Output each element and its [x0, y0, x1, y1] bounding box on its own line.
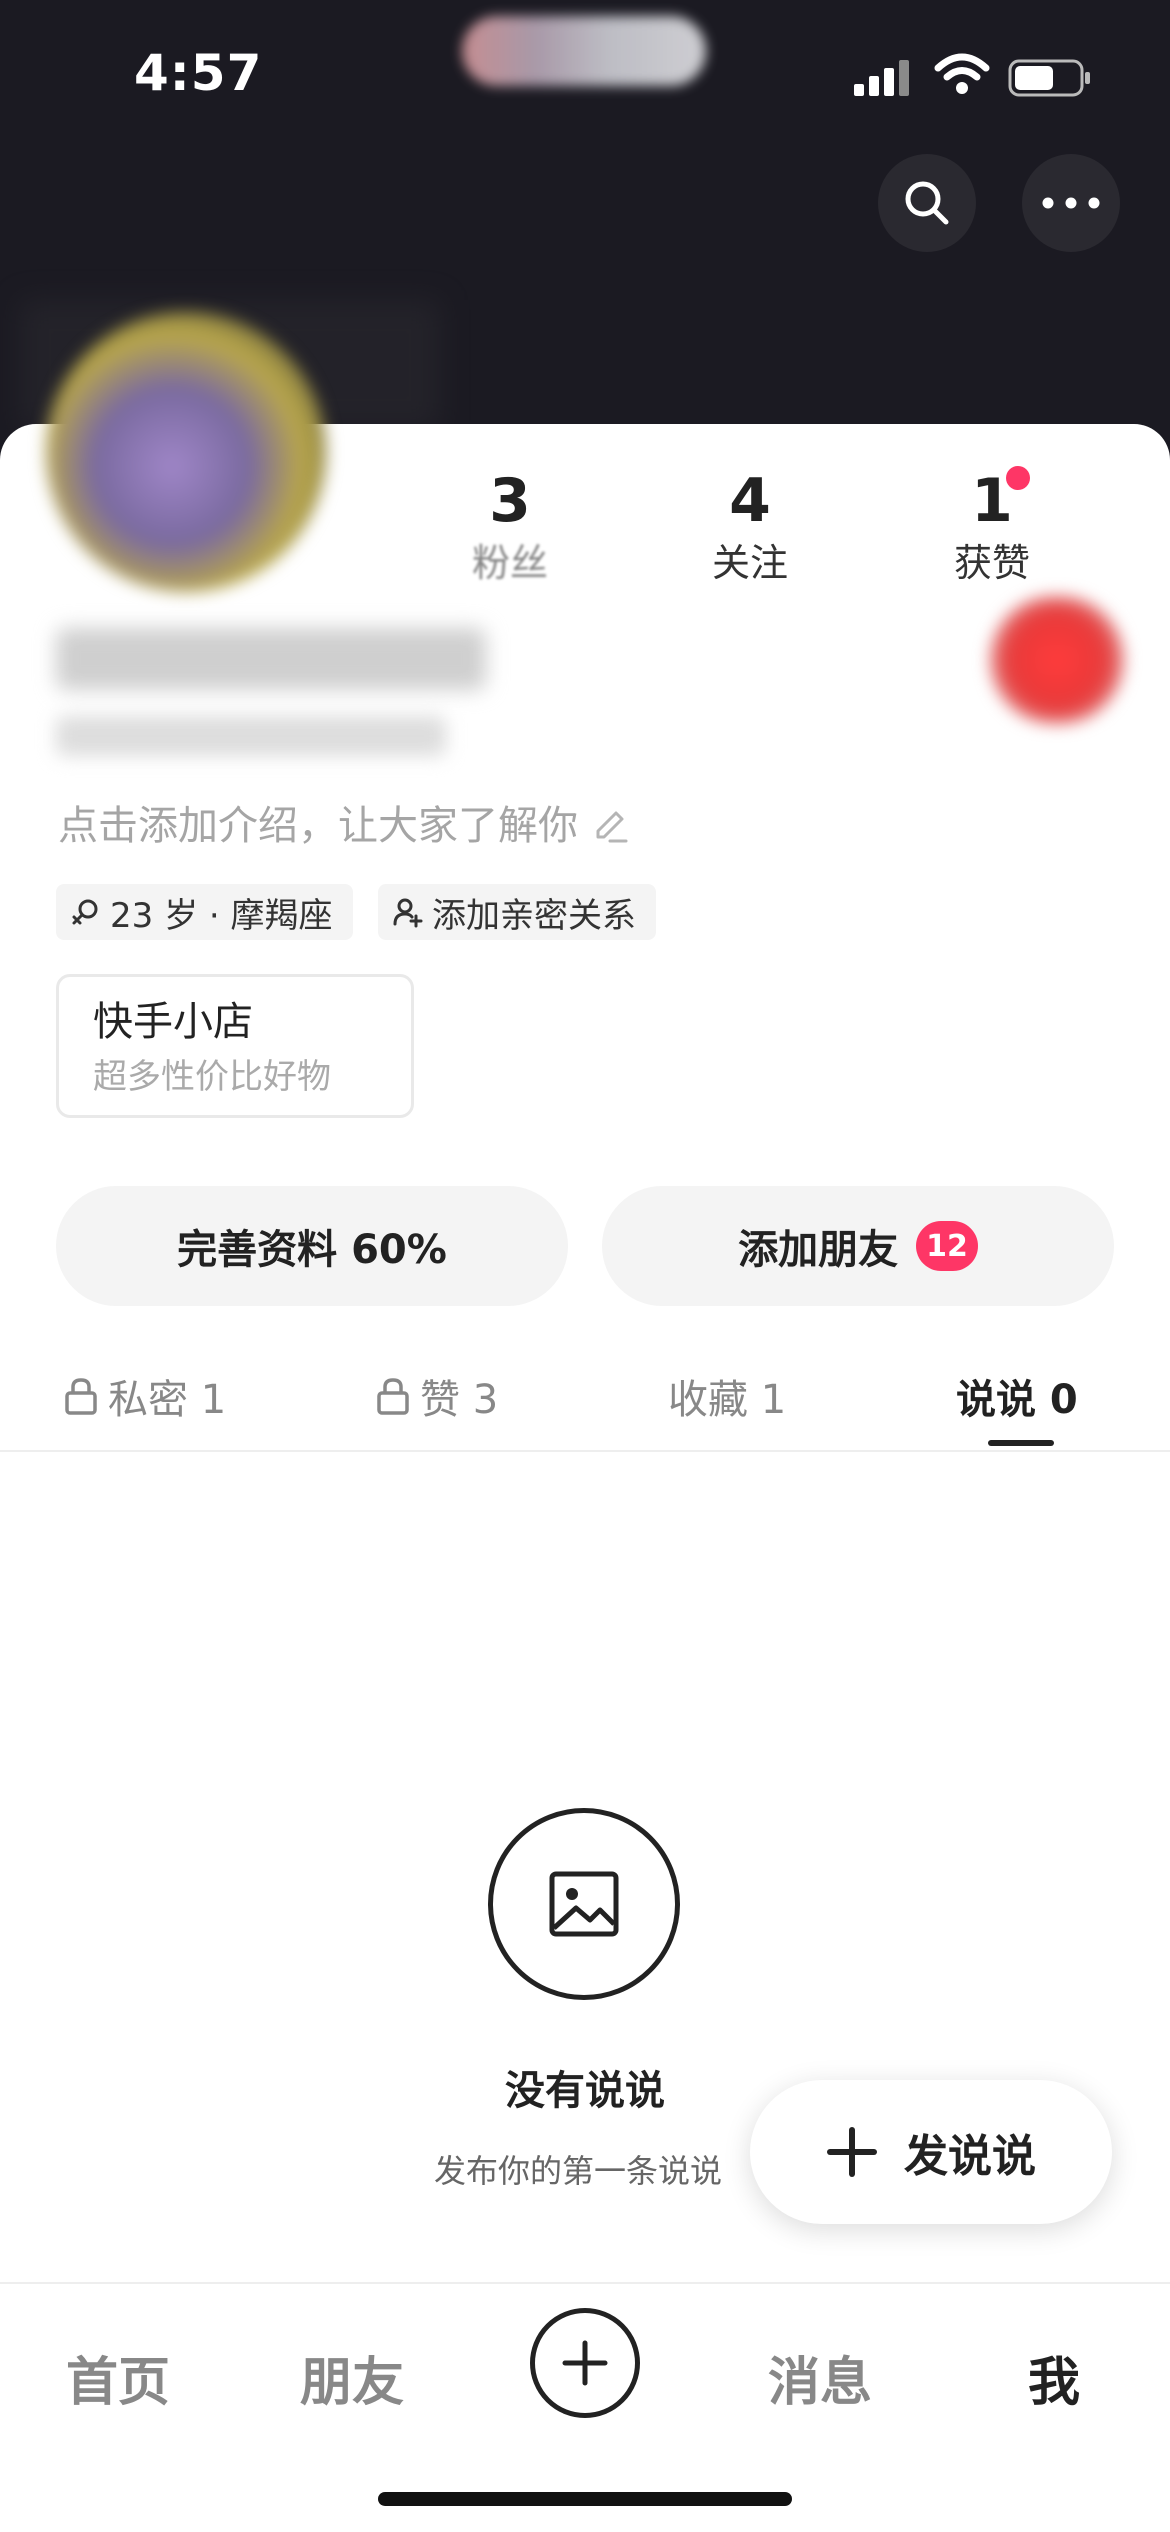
add-friends-button[interactable]: 添加朋友 12 [602, 1186, 1114, 1306]
search-button[interactable] [878, 154, 976, 252]
nav-home[interactable]: 首页 [66, 2340, 170, 2415]
status-time: 4:57 [134, 44, 263, 102]
gender-icon [72, 899, 98, 925]
tab-favorites-label: 收藏 1 [668, 1377, 787, 1423]
username-redacted [56, 628, 486, 690]
stat-following-label: 关注 [711, 541, 788, 585]
add-friends-label: 添加朋友 [738, 1227, 899, 1273]
intro-prompt[interactable]: 点击添加介绍，让大家了解你 [58, 796, 630, 856]
stat-fans-label: 粉丝 [471, 541, 548, 585]
more-options-button[interactable] [1022, 154, 1120, 252]
nav-friends[interactable]: 朋友 [300, 2340, 404, 2415]
tab-private-label: 私密 1 [108, 1377, 227, 1423]
stat-following-count: 4 [729, 466, 771, 536]
shop-title: 快手小店 [93, 999, 253, 1045]
avatar[interactable] [46, 312, 326, 592]
add-person-icon [393, 898, 423, 928]
image-icon [549, 1871, 619, 1937]
home-indicator [378, 2492, 792, 2506]
age-zodiac-label: 23 岁 · 摩羯座 [110, 895, 333, 936]
tab-likes[interactable]: 赞 3 [376, 1356, 498, 1436]
empty-state-image-badge [488, 1808, 680, 2000]
search-icon [905, 181, 949, 225]
age-zodiac-tag[interactable]: 23 岁 · 摩羯座 [56, 884, 353, 940]
intro-text: 点击添加介绍，让大家了解你 [58, 803, 578, 849]
dynamic-island [462, 16, 706, 86]
stat-likes[interactable]: 1 获赞 [932, 466, 1052, 588]
battery-icon [1008, 59, 1090, 97]
complete-profile-button[interactable]: 完善资料 60% [56, 1186, 568, 1306]
post-status-label: 发说说 [904, 2131, 1036, 2182]
add-relationship-label: 添加亲密关系 [432, 895, 636, 936]
shop-subtitle: 超多性价比好物 [93, 1057, 331, 1097]
plus-icon [562, 2340, 608, 2386]
shop-card[interactable]: 快手小店 超多性价比好物 [56, 974, 414, 1118]
tab-posts[interactable]: 说说 0 [956, 1356, 1078, 1436]
nav-me[interactable]: 我 [1028, 2340, 1080, 2415]
empty-state-subtitle: 发布你的第一条说说 [434, 2152, 723, 2190]
wifi-icon [934, 53, 990, 94]
notification-dot [1006, 466, 1030, 490]
complete-profile-label: 完善资料 60% [177, 1227, 447, 1273]
floating-widget[interactable] [990, 596, 1124, 724]
more-dots-icon [1042, 197, 1100, 209]
lock-icon [377, 1378, 409, 1415]
tab-private[interactable]: 私密 1 [64, 1356, 226, 1436]
stat-likes-count: 1 [971, 466, 1013, 536]
tab-posts-label: 说说 0 [956, 1377, 1078, 1423]
tab-likes-label: 赞 3 [420, 1377, 499, 1423]
active-tab-indicator [988, 1440, 1054, 1446]
content-tabs: 私密 1 赞 3 收藏 1 说说 0 [0, 1356, 1170, 1452]
lock-icon [65, 1378, 97, 1415]
tab-favorites[interactable]: 收藏 1 [668, 1356, 786, 1436]
plus-icon [827, 2127, 877, 2177]
stat-fans[interactable]: 3 粉丝 [450, 466, 570, 588]
post-status-button[interactable]: 发说说 [750, 2080, 1112, 2224]
user-id-redacted [56, 716, 446, 756]
nav-messages[interactable]: 消息 [768, 2340, 872, 2415]
stat-likes-label: 获赞 [953, 541, 1030, 585]
status-bar: 4:57 [0, 0, 1170, 150]
edit-pencil-icon [596, 811, 628, 843]
create-button[interactable] [530, 2308, 640, 2418]
stat-fans-count: 3 [489, 466, 531, 536]
cellular-signal-icon [854, 60, 909, 96]
add-friends-badge: 12 [916, 1221, 978, 1271]
stat-following[interactable]: 4 关注 [690, 466, 810, 588]
add-relationship-tag[interactable]: 添加亲密关系 [378, 884, 656, 940]
